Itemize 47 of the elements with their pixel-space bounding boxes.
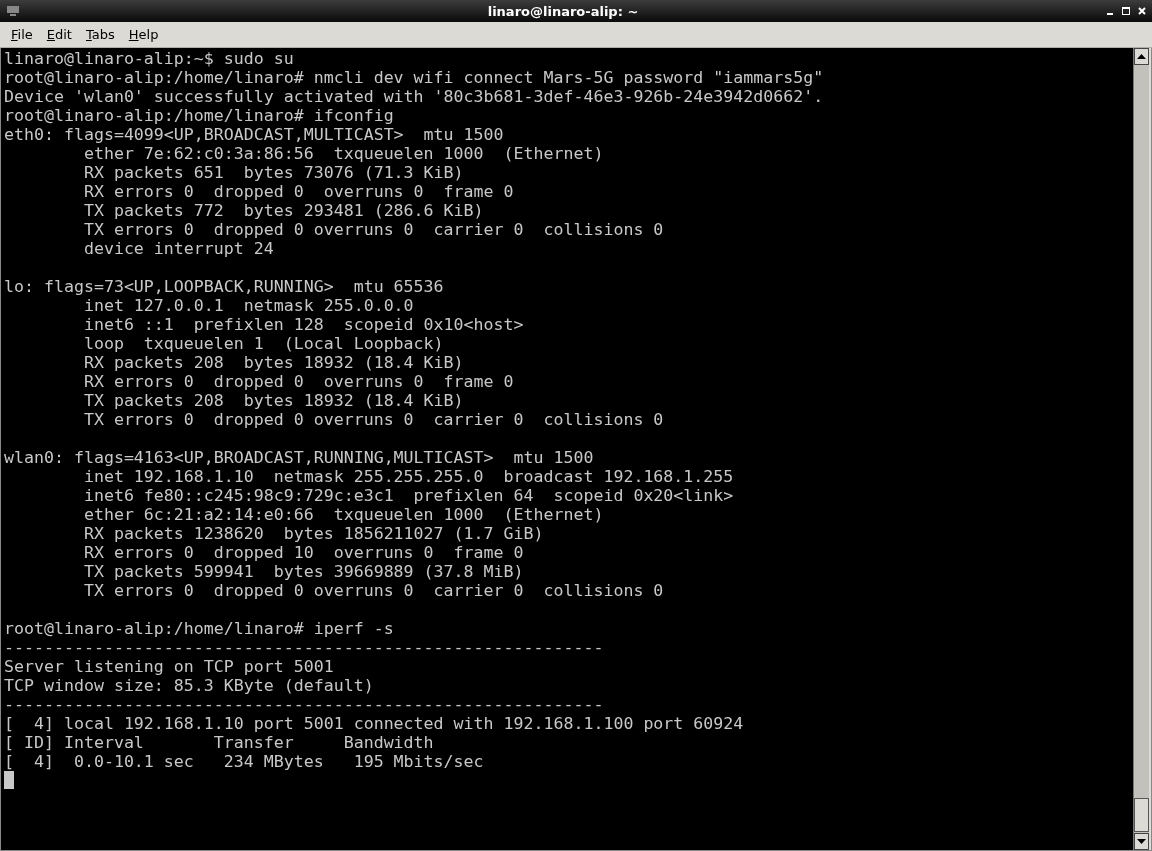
terminal-line: TX packets 599941 bytes 39669889 (37.8 MiB)	[82, 562, 524, 581]
terminal-line: TX packets 772 bytes 293481 (286.6 KiB)	[82, 201, 484, 220]
terminal-line: TCP window size: 85.3 KByte (default)	[4, 676, 374, 695]
terminal-line: inet6 ::1 prefixlen 128 scopeid 0x10<host>	[82, 315, 524, 334]
terminal-line: root@linaro-alip:/home/linaro# ifconfig	[4, 106, 394, 125]
terminal-line: wlan0: flags=4163<UP,BROADCAST,RUNNING,MULTICAST> mtu 1500	[4, 448, 594, 467]
menu-item[interactable]: Edit	[39, 25, 79, 44]
close-icon[interactable]	[1138, 7, 1146, 15]
terminal-line: [ 4] local 192.168.1.10 port 5001 connected with 192.168.1.100 port 60924	[4, 714, 744, 733]
terminal-line: root@linaro-alip:/home/linaro# iperf -s	[4, 619, 394, 638]
window-title: linaro@linaro-alip: ~	[487, 3, 639, 19]
scroll-down-icon[interactable]	[1137, 839, 1146, 844]
terminal-line: RX errors 0 dropped 0 overruns 0 frame 0	[82, 182, 514, 201]
terminal-line: loop txqueuelen 1 (Local Loopback)	[82, 334, 444, 353]
terminal-line: TX errors 0 dropped 0 overruns 0 carrier 0 collisions 0	[82, 220, 664, 239]
menu-item[interactable]: Help	[121, 25, 166, 44]
terminal-line: ether 7e:62:c0:3a:86:56 txqueuelen 1000 (Ethernet)	[82, 144, 604, 163]
terminal-line: ------------------------------------------------------------	[4, 695, 604, 714]
menu-item[interactable]: Tabs	[78, 25, 122, 44]
terminal-line: inet 127.0.0.1 netmask 255.0.0.0	[82, 296, 414, 315]
terminal-line: root@linaro-alip:/home/linaro# nmcli dev wifi connect Mars-5G password "iammars5g"	[4, 68, 824, 87]
terminal-line: lo: flags=73<UP,LOOPBACK,RUNNING> mtu 65536	[4, 277, 444, 296]
terminal-line: inet6 fe80::c245:98c9:729c:e3c1 prefixlen 64 scopeid 0x20<link>	[82, 486, 734, 505]
terminal-line: [ ID] Interval Transfer Bandwidth	[4, 733, 434, 752]
terminal-line: RX errors 0 dropped 0 overruns 0 frame 0	[82, 372, 514, 391]
menu-item[interactable]: File	[4, 25, 40, 44]
terminal-line: RX packets 1238620 bytes 1856211027 (1.7 GiB)	[82, 524, 544, 543]
terminal-line: Device 'wlan0' successfully activated with '80c3b681-3def-46e3-926b-24e3942d0662'.	[4, 87, 824, 106]
terminal-line: ------------------------------------------------------------	[4, 638, 604, 657]
terminal-line: inet 192.168.1.10 netmask 255.255.255.0 broadcast 192.168.1.255	[82, 467, 734, 486]
terminal-line: device interrupt 24	[82, 239, 274, 258]
terminal-line: linaro@linaro-alip:~$ sudo su	[4, 49, 294, 68]
scroll-up-icon[interactable]	[1137, 54, 1146, 59]
terminal-line: [ 4] 0.0-10.1 sec 234 MBytes 195 Mbits/sec	[4, 752, 484, 771]
scrollbar[interactable]	[1133, 48, 1151, 850]
terminal-line: ether 6c:21:a2:14:e0:66 txqueuelen 1000 (Ethernet)	[82, 505, 604, 524]
terminal-line: TX errors 0 dropped 0 overruns 0 carrier 0 collisions 0	[82, 410, 664, 429]
maximize-icon[interactable]	[1122, 7, 1130, 15]
terminal-line: TX packets 208 bytes 18932 (18.4 KiB)	[82, 391, 464, 410]
terminal-line: eth0: flags=4099<UP,BROADCAST,MULTICAST> mtu 1500	[4, 125, 504, 144]
terminal-line: Server listening on TCP port 5001	[4, 657, 334, 676]
terminal-icon	[6, 5, 20, 17]
scroll-thumb[interactable]	[1134, 798, 1149, 832]
terminal-line: TX errors 0 dropped 0 overruns 0 carrier 0 collisions 0	[82, 581, 664, 600]
terminal-line: RX errors 0 dropped 10 overruns 0 frame 0	[82, 543, 524, 562]
terminal-line: RX packets 208 bytes 18932 (18.4 KiB)	[82, 353, 464, 372]
terminal-line: RX packets 651 bytes 73076 (71.3 KiB)	[82, 163, 464, 182]
